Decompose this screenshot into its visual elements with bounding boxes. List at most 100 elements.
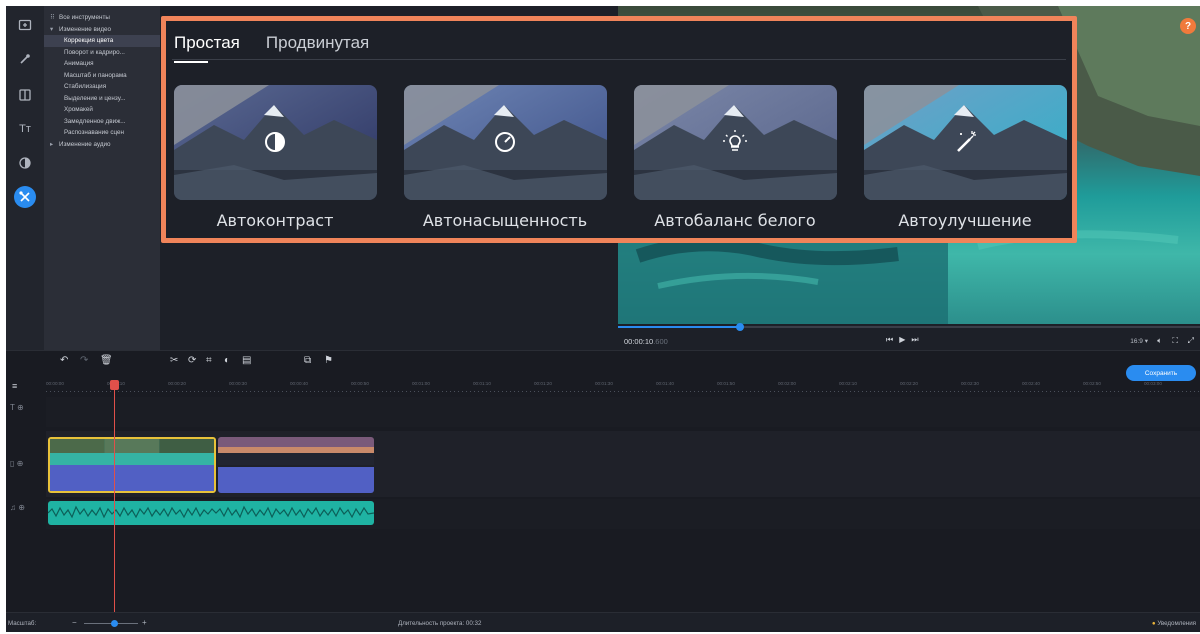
rotate-icon[interactable]: ⟳ — [188, 355, 196, 366]
card-saturation[interactable] — [404, 85, 607, 200]
grid-icon: ⠿ — [50, 14, 55, 21]
overlay-icon[interactable]: ⧉ — [304, 355, 311, 366]
ruler-tick-label: 00:00:20 — [168, 381, 186, 386]
zoom-out-button[interactable]: − — [72, 618, 77, 627]
ruler-tick-label: 00:00:30 — [229, 381, 247, 386]
notifications-button[interactable]: ● Уведомления — [1152, 620, 1196, 627]
tree-item-rotate-crop[interactable]: Поворот и кадриро... — [44, 47, 160, 59]
import-icon[interactable] — [14, 14, 36, 36]
card-label: Автоконтраст — [216, 211, 334, 230]
ruler-tick-label: 00:01:40 — [656, 381, 674, 386]
card-label: Автоулучшение — [898, 211, 1032, 230]
title-track[interactable] — [46, 397, 1200, 427]
tree-item-chroma-key[interactable]: Хромакей — [44, 104, 160, 116]
clip-audio-track — [50, 465, 214, 491]
tree-item-slow-motion[interactable]: Замедленное движ... — [44, 116, 160, 128]
video-clip-selected[interactable] — [48, 437, 216, 493]
card-white-balance[interactable] — [634, 85, 837, 200]
cut-icon[interactable]: ✂ — [170, 355, 178, 366]
ruler-tick-label: 00:02:50 — [1083, 381, 1101, 386]
tab-advanced[interactable]: Продвинутая — [266, 27, 369, 57]
ruler-tick-label: 00:03:00 — [1144, 381, 1162, 386]
volume-icon[interactable]: 🔈︎ — [1157, 336, 1162, 346]
zoom-slider-handle[interactable] — [110, 620, 118, 627]
aspect-ratio-select[interactable]: 16:9 ▾ — [1130, 337, 1148, 345]
ruler-tick-label: 00:00:00 — [46, 381, 64, 386]
audio-track[interactable] — [46, 499, 1200, 529]
timecode-ms: .600 — [653, 337, 668, 346]
tree-item-label: Изменение видео — [59, 25, 112, 33]
tree-item-video-editing[interactable]: ▾ Изменение видео — [44, 24, 160, 36]
audio-track-icon[interactable]: ♫ ⊕ — [10, 503, 25, 512]
tree-item-pan-zoom[interactable]: Масштаб и панорама — [44, 70, 160, 82]
ruler-tick-label: 00:01:10 — [473, 381, 491, 386]
chevron-down-icon: ▾ — [50, 25, 54, 33]
skip-back-icon[interactable]: ⏮ — [886, 335, 893, 345]
tree-item-highlight-censor[interactable]: Выделение и цензу... — [44, 93, 160, 105]
video-track-icon[interactable]: ▯ ⊕ — [10, 459, 23, 468]
tree-item-label: Изменение аудио — [59, 140, 111, 148]
color-tabs: Простая Продвинутая — [174, 27, 369, 63]
tree-item-stabilization[interactable]: Стабилизация — [44, 81, 160, 93]
ruler-tick-label: 00:01:20 — [534, 381, 552, 386]
zoom-in-button[interactable]: + — [142, 618, 147, 627]
clip-thumbnails — [218, 437, 374, 465]
video-clip[interactable] — [218, 437, 374, 493]
zoom-label: Масштаб: — [8, 620, 37, 627]
tab-simple[interactable]: Простая — [174, 27, 240, 63]
playhead[interactable] — [114, 381, 115, 613]
zoom-slider[interactable] — [84, 620, 138, 627]
transport-controls: ⏮ ▶ ⏭ — [886, 335, 919, 345]
magic-wand-icon — [957, 131, 976, 152]
audio-clip[interactable] — [48, 501, 374, 525]
ruler-tick-label: 00:02:10 — [839, 381, 857, 386]
status-bar: Масштаб: − + Длительность проекта: 00:32… — [6, 612, 1200, 632]
notifications-label: Уведомления — [1157, 620, 1196, 627]
ruler-tick-label: 00:00:50 — [351, 381, 369, 386]
timeline-ruler[interactable]: 00:00:0000:00:1000:00:2000:00:3000:00:40… — [46, 381, 1200, 393]
clip-thumbnails — [50, 439, 214, 467]
color-correction-panel: Простая Продвинутая Автоконтраст Автонасы… — [161, 16, 1077, 243]
filters-icon[interactable] — [14, 152, 36, 174]
help-button[interactable]: ? — [1180, 18, 1196, 34]
save-button[interactable]: Сохранить — [1126, 365, 1196, 381]
project-duration: Длительность проекта: 00:32 — [398, 620, 482, 627]
tree-item-audio-editing[interactable]: ▸ Изменение аудио — [44, 139, 160, 151]
card-contrast[interactable] — [174, 85, 377, 200]
color-icon[interactable]: ◐ — [224, 355, 230, 366]
tools-icon[interactable] — [14, 186, 36, 208]
titles-icon[interactable]: Tт — [14, 118, 36, 140]
skip-forward-icon[interactable]: ⏭ — [911, 335, 918, 345]
tree-item-animation[interactable]: Анимация — [44, 58, 160, 70]
tree-item-all-tools[interactable]: ⠿ Все инструменты — [44, 12, 160, 24]
contrast-icon — [265, 132, 285, 152]
ruler-tick-label: 00:00:40 — [290, 381, 308, 386]
tree-item-color-correction[interactable]: Коррекция цвета — [44, 35, 160, 47]
preview-progress-fill — [618, 326, 741, 328]
tree-item-scene-detection[interactable]: Распознавание сцен — [44, 127, 160, 139]
crop-icon[interactable]: ⌗ — [206, 355, 212, 366]
delete-icon[interactable]: 🗑︎ — [100, 355, 113, 366]
audio-waveform — [48, 505, 374, 519]
white-balance-icon — [723, 130, 747, 151]
app-window: Tт ⠿ Все инструменты ▾ Изменение видео Кор… — [6, 6, 1200, 632]
play-icon[interactable]: ▶ — [899, 335, 905, 345]
marker-icon[interactable]: ⚑ — [324, 355, 333, 366]
fit-icon[interactable]: ⛶ — [1172, 336, 1178, 346]
video-track[interactable] — [46, 431, 1200, 497]
timeline-toolbar: ↶ ↷ 🗑︎ ✂ ⟳ ⌗ ◐ ▤ ⧉ ⚑ ≡ — [6, 351, 1200, 391]
titles-icon-glyph: Tт — [19, 123, 31, 135]
wand-icon[interactable] — [14, 48, 36, 70]
ruler-tick-label: 00:01:30 — [595, 381, 613, 386]
chevron-right-icon: ▸ — [50, 140, 54, 148]
card-magic-wand[interactable] — [864, 85, 1067, 200]
preview-progress-bar[interactable] — [618, 323, 1200, 331]
tools-rail: Tт — [6, 6, 44, 350]
undo-icon[interactable]: ↶ — [60, 355, 68, 366]
title-track-icon[interactable]: T ⊕ — [10, 403, 24, 412]
redo-icon[interactable]: ↷ — [80, 355, 88, 366]
saturation-icon — [495, 132, 515, 152]
clip-properties-icon[interactable]: ▤ — [242, 355, 251, 366]
fullscreen-icon[interactable]: ⤢ — [1188, 336, 1194, 346]
transitions-icon[interactable] — [14, 84, 36, 106]
